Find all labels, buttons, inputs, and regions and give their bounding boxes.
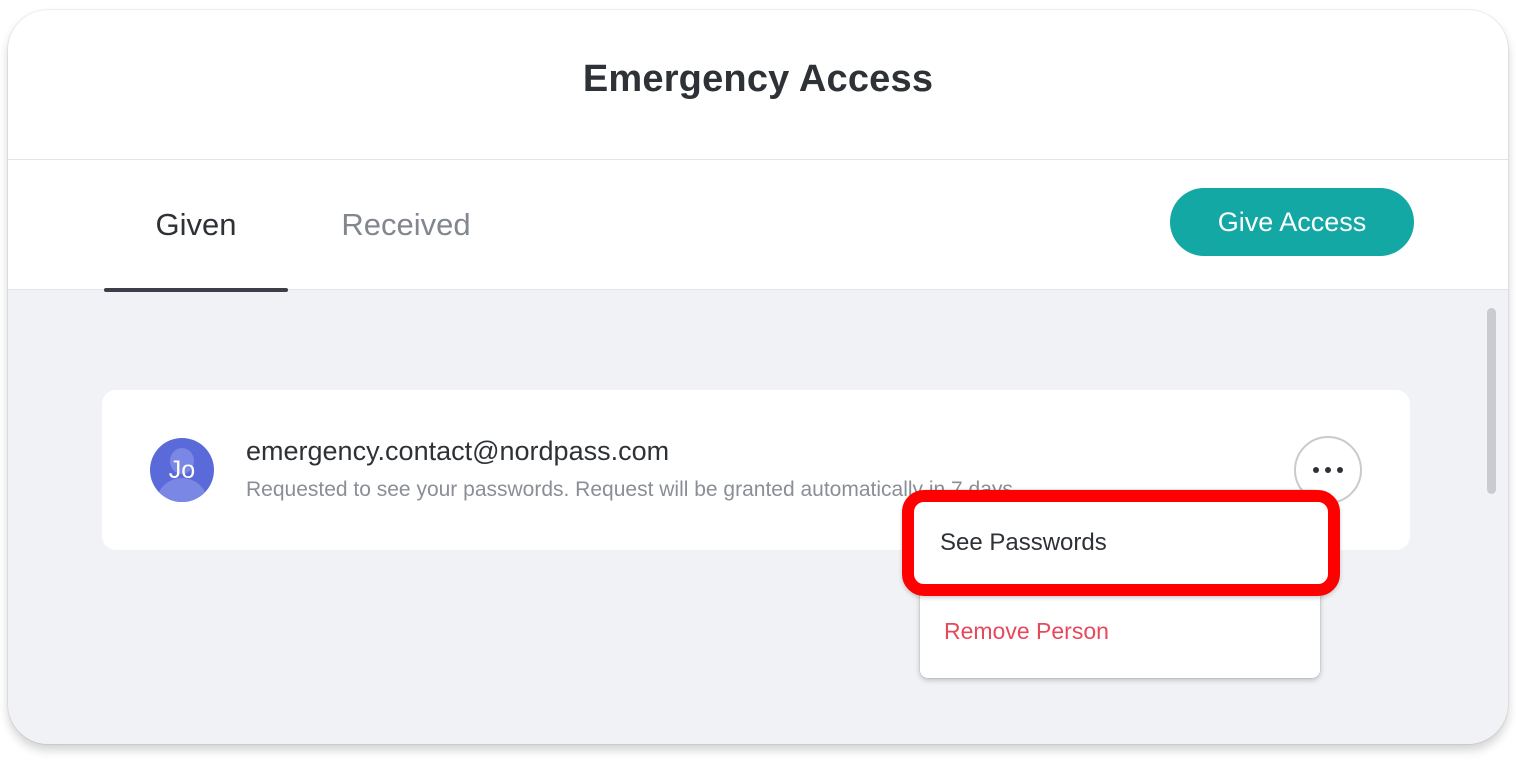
tab-received[interactable]: Received [308,160,504,290]
remove-person-menu-item[interactable]: Remove Person [920,584,1320,678]
see-passwords-menu-item[interactable]: See Passwords [902,490,1340,596]
contact-email: emergency.contact@nordpass.com [246,436,670,466]
page-header: Emergency Access [8,10,1508,160]
scrollbar-thumb[interactable] [1487,308,1496,494]
scrollbar[interactable] [1484,308,1498,498]
contact-status: Requested to see your passwords. Request… [246,478,1019,501]
give-access-button[interactable]: Give Access [1170,188,1414,256]
avatar: Jo [150,438,214,502]
tab-given[interactable]: Given [104,160,288,292]
tab-bar: Given Received Give Access [8,160,1508,292]
more-horizontal-icon [1313,467,1343,473]
page-title: Emergency Access [582,58,934,100]
avatar-initials: Jo [168,455,196,484]
